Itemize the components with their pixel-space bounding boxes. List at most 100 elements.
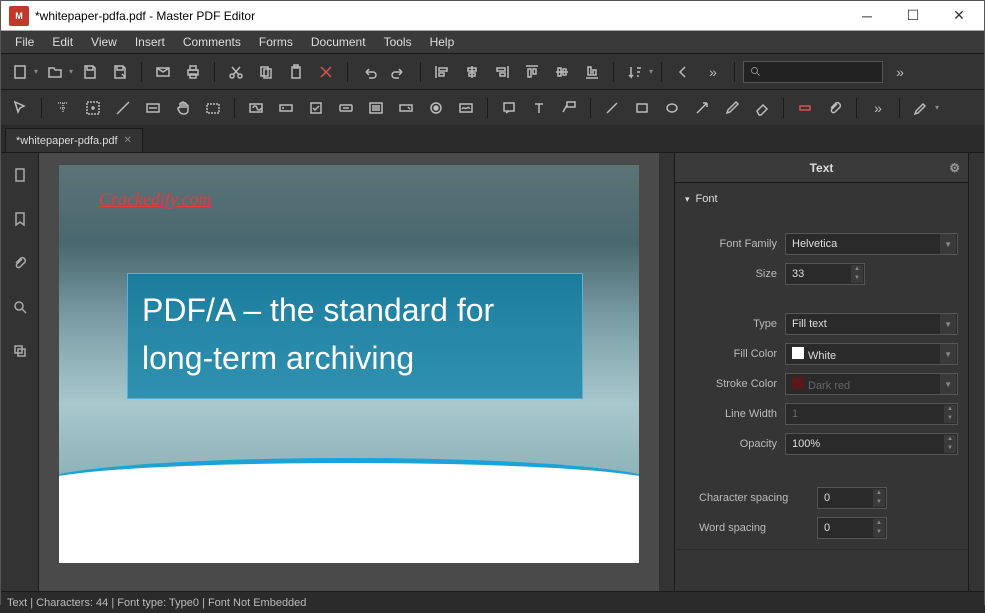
vector-edit-icon[interactable] [110,95,136,121]
align-left-icon[interactable] [429,59,455,85]
type-select[interactable]: Fill text ▼ [785,313,958,335]
signature-icon[interactable] [453,95,479,121]
font-family-select[interactable]: Helvetica ▼ [785,233,958,255]
link-tool-icon[interactable] [243,95,269,121]
highlight-icon[interactable] [792,95,818,121]
align-right-icon[interactable] [489,59,515,85]
spinner-icon[interactable]: ▲▼ [851,265,863,283]
menu-help[interactable]: Help [422,33,463,51]
spinner-icon[interactable]: ▲▼ [944,435,956,453]
text-select-icon[interactable] [50,95,76,121]
search-panel-icon[interactable] [6,293,34,321]
text-field-icon[interactable] [273,95,299,121]
opacity-input[interactable]: 100% ▲▼ [785,433,958,455]
section-header-font[interactable]: Font [685,189,958,209]
eraser-tool-icon[interactable] [749,95,775,121]
menu-view[interactable]: View [83,33,125,51]
size-label: Size [699,268,777,280]
dropdown-icon[interactable]: ▾ [649,67,653,76]
hand-tool-icon[interactable] [170,95,196,121]
headline-text-box[interactable]: PDF/A – the standard for long-term archi… [127,273,583,399]
dropdown-icon[interactable]: ▾ [935,103,939,112]
align-top-icon[interactable] [519,59,545,85]
canvas-scrollbar[interactable] [659,153,674,591]
bookmarks-panel-icon[interactable] [6,205,34,233]
word-spacing-input[interactable]: 0 ▲▼ [817,517,887,539]
sort-icon[interactable] [622,59,648,85]
document-tab[interactable]: *whitepaper-pdfa.pdf ✕ [5,128,143,152]
note-tool-icon[interactable] [496,95,522,121]
menu-comments[interactable]: Comments [175,33,249,51]
menu-forms[interactable]: Forms [251,33,301,51]
delete-icon[interactable] [313,59,339,85]
combobox-icon[interactable] [393,95,419,121]
attach-icon[interactable] [822,95,848,121]
callout-icon[interactable] [556,95,582,121]
main-toolbar: ▾ ▾ ▾ » » [1,53,984,89]
dropdown-icon[interactable]: ▾ [34,67,38,76]
menu-file[interactable]: File [7,33,42,51]
checkbox-icon[interactable] [303,95,329,121]
page-container[interactable]: Crackedify.com PDF/A – the standard for … [39,153,659,591]
spinner-icon[interactable]: ▲▼ [873,489,885,507]
pages-panel-icon[interactable] [6,161,34,189]
pointer-tool-icon[interactable] [7,95,33,121]
fill-color-select[interactable]: White ▼ [785,343,958,365]
pencil-tool-icon[interactable] [719,95,745,121]
button-field-icon[interactable] [333,95,359,121]
align-middle-v-icon[interactable] [549,59,575,85]
open-file-icon[interactable] [42,59,68,85]
maximize-button[interactable]: ☐ [890,1,936,31]
type-label: Type [699,318,777,330]
close-button[interactable]: ✕ [936,1,982,31]
spinner-icon[interactable]: ▲▼ [873,519,885,537]
menu-insert[interactable]: Insert [127,33,173,51]
align-center-h-icon[interactable] [459,59,485,85]
tab-close-icon[interactable]: ✕ [124,135,132,146]
status-text: Text | Characters: 44 | Font type: Type0… [7,597,306,609]
save-as-icon[interactable] [107,59,133,85]
rectangle-tool-icon[interactable] [629,95,655,121]
ellipse-tool-icon[interactable] [659,95,685,121]
listbox-icon[interactable] [363,95,389,121]
size-input[interactable]: 33 ▲▼ [785,263,865,285]
align-bottom-icon[interactable] [579,59,605,85]
overflow-icon[interactable]: » [865,95,891,121]
copy-icon[interactable] [253,59,279,85]
char-spacing-input[interactable]: 0 ▲▼ [817,487,887,509]
spinner-icon: ▲▼ [944,405,956,423]
form-edit-icon[interactable] [140,95,166,121]
menu-document[interactable]: Document [303,33,374,51]
dropdown-icon[interactable]: ▾ [69,67,73,76]
menubar: File Edit View Insert Comments Forms Doc… [1,31,984,53]
text-tool-icon[interactable] [526,95,552,121]
font-family-label: Font Family [699,238,777,250]
paste-icon[interactable] [283,59,309,85]
minimize-button[interactable]: ─ [844,1,890,31]
attachments-panel-icon[interactable] [6,249,34,277]
search-input[interactable] [743,61,883,83]
undo-icon[interactable] [356,59,382,85]
menu-tools[interactable]: Tools [376,33,420,51]
print-icon[interactable] [180,59,206,85]
overflow-icon[interactable]: » [887,59,913,85]
prev-page-icon[interactable] [670,59,696,85]
snapshot-icon[interactable] [200,95,226,121]
workspace: Crackedify.com PDF/A – the standard for … [1,153,984,591]
menu-edit[interactable]: Edit [44,33,81,51]
edit-object-icon[interactable] [80,95,106,121]
overflow-icon[interactable]: » [700,59,726,85]
cut-icon[interactable] [223,59,249,85]
radio-icon[interactable] [423,95,449,121]
redo-icon[interactable] [386,59,412,85]
highlighter-icon[interactable] [908,95,934,121]
arrow-tool-icon[interactable] [689,95,715,121]
new-file-icon[interactable] [7,59,33,85]
save-icon[interactable] [77,59,103,85]
email-icon[interactable] [150,59,176,85]
panel-scrollbar[interactable] [968,153,984,591]
layers-panel-icon[interactable] [6,337,34,365]
panel-settings-icon[interactable]: ⚙ [949,161,960,175]
document-page: Crackedify.com PDF/A – the standard for … [59,165,639,563]
line-tool-icon[interactable] [599,95,625,121]
